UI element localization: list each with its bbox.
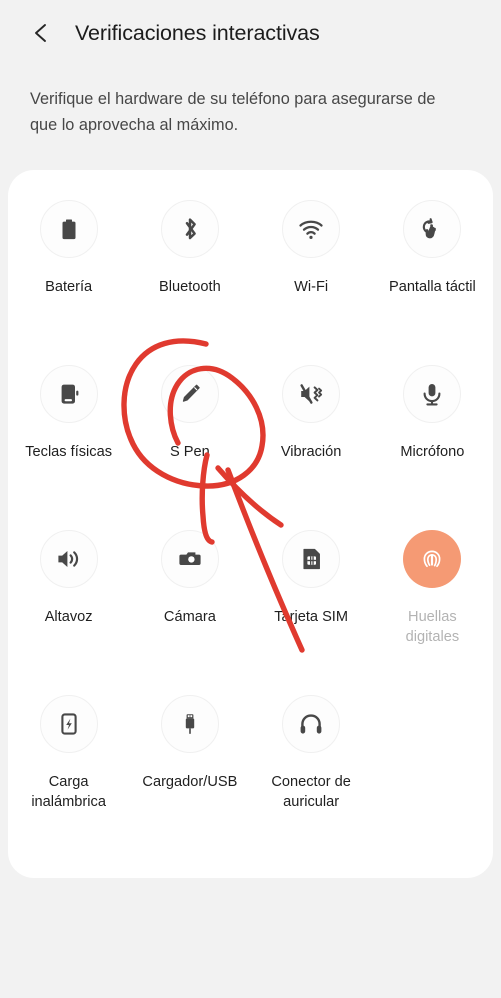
hardware-tile-label: Wi-Fi bbox=[294, 279, 329, 295]
hardware-tile[interactable]: Cargador/USB bbox=[129, 687, 250, 852]
touchscreen-tap-icon bbox=[403, 200, 462, 258]
hardware-tile-label: Batería bbox=[45, 279, 93, 295]
hardware-tile-grid: Batería Bluetooth Wi-Fi Pantalla táctil … bbox=[8, 192, 493, 852]
back-button[interactable] bbox=[26, 18, 56, 48]
hardware-tile-label: Huellas digitales bbox=[405, 609, 460, 645]
camera-icon bbox=[160, 530, 219, 588]
top-app-bar: Verificaciones interactivas bbox=[0, 0, 501, 66]
hardware-tile-label: Micrófono bbox=[400, 444, 465, 460]
fingerprint-icon bbox=[403, 530, 462, 588]
pen-icon bbox=[160, 365, 219, 423]
page-title: Verificaciones interactivas bbox=[75, 20, 320, 45]
hardware-tile-label: Conector de auricular bbox=[271, 774, 351, 810]
hardware-tile-label: Bluetooth bbox=[159, 279, 221, 295]
hardware-tile[interactable]: Pantalla táctil bbox=[372, 192, 493, 357]
usb-connector-icon bbox=[160, 695, 219, 753]
phone-screen: Verificaciones interactivas Verifique el… bbox=[0, 0, 501, 998]
hardware-tile[interactable]: Huellas digitales bbox=[372, 522, 493, 687]
phone-hardkeys-icon bbox=[39, 365, 98, 423]
hardware-tile-label: Tarjeta SIM bbox=[274, 609, 349, 625]
hardware-checks-card: Batería Bluetooth Wi-Fi Pantalla táctil … bbox=[8, 170, 493, 878]
hardware-tile[interactable]: Wi-Fi bbox=[251, 192, 372, 357]
hardware-tile-label: Carga inalámbrica bbox=[31, 774, 106, 810]
wifi-icon bbox=[282, 200, 341, 258]
hardware-tile-label: Vibración bbox=[280, 444, 342, 460]
headphone-jack-icon bbox=[282, 695, 341, 753]
hardware-tile[interactable]: Tarjeta SIM bbox=[251, 522, 372, 687]
wireless-charging-icon bbox=[39, 695, 98, 753]
hardware-tile[interactable]: Bluetooth bbox=[129, 192, 250, 357]
hardware-tile[interactable]: Altavoz bbox=[8, 522, 129, 687]
sim-card-icon bbox=[282, 530, 341, 588]
hardware-tile-label: Teclas físicas bbox=[25, 444, 113, 460]
speaker-icon bbox=[39, 530, 98, 588]
battery-icon bbox=[39, 200, 98, 258]
hardware-tile[interactable]: Micrófono bbox=[372, 357, 493, 522]
chevron-left-icon bbox=[31, 22, 51, 44]
hardware-tile-label: S Pen bbox=[169, 444, 210, 460]
hardware-tile-label: Cámara bbox=[163, 609, 216, 625]
vibration-mute-icon bbox=[282, 365, 341, 423]
hardware-tile-label: Pantalla táctil bbox=[388, 279, 476, 295]
hardware-tile-label: Altavoz bbox=[44, 609, 93, 625]
page-description: Verifique el hardware de su teléfono par… bbox=[30, 90, 436, 134]
hardware-tile[interactable]: S Pen bbox=[129, 357, 250, 522]
hardware-tile-label: Cargador/USB bbox=[142, 774, 238, 790]
hardware-tile[interactable]: Vibración bbox=[251, 357, 372, 522]
microphone-icon bbox=[403, 365, 462, 423]
hardware-tile[interactable]: Carga inalámbrica bbox=[8, 687, 129, 852]
hardware-tile[interactable]: Teclas físicas bbox=[8, 357, 129, 522]
bluetooth-icon bbox=[160, 200, 219, 258]
hardware-tile[interactable]: Conector de auricular bbox=[251, 687, 372, 852]
hardware-tile[interactable]: Batería bbox=[8, 192, 129, 357]
hardware-tile[interactable]: Cámara bbox=[129, 522, 250, 687]
